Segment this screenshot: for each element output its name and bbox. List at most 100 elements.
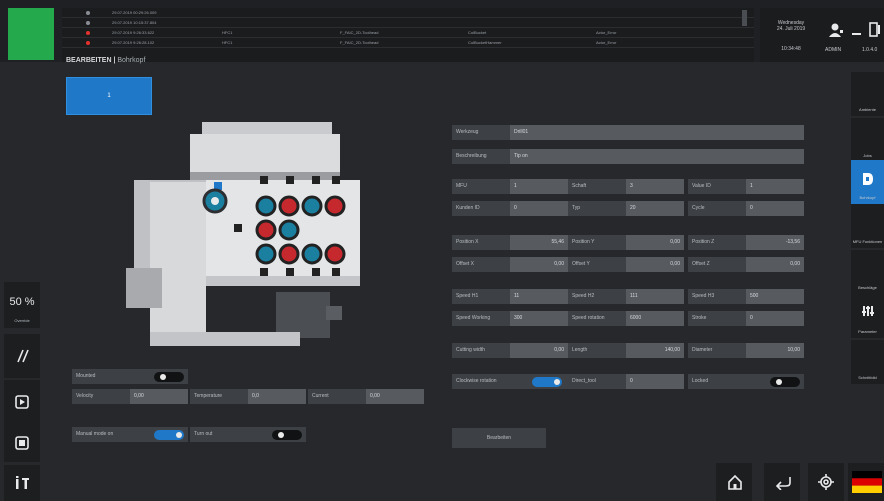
toggle-knob [160, 374, 166, 380]
cutting-width-field[interactable]: 0,00 [510, 343, 568, 358]
rail-schnittbild[interactable]: Schnittbild [851, 340, 884, 384]
io-button[interactable] [4, 465, 40, 501]
position-z-label: Position Z [688, 235, 746, 250]
rail-mfu[interactable]: MFU Funktionen [851, 204, 884, 248]
velocity-field[interactable]: 0,00 [130, 389, 188, 404]
stroke-label: Stroke [688, 311, 746, 326]
drill-head-illustration[interactable] [126, 120, 366, 360]
tab-1[interactable]: 1 [66, 77, 152, 115]
kunden-id-field[interactable]: 0 [510, 201, 568, 216]
rail-label: Ambiente [859, 107, 876, 112]
language-button[interactable] [848, 463, 884, 501]
direct-tool-field[interactable]: 0 [626, 374, 684, 389]
turn-out-toggle[interactable] [272, 430, 302, 440]
mfu-label: MFU [452, 179, 510, 194]
parameter-icon [862, 306, 874, 316]
cycle-field[interactable]: 0 [746, 201, 804, 216]
temperature-field[interactable]: 0,0 [248, 389, 306, 404]
mounted-toggle[interactable] [154, 372, 184, 382]
play-button[interactable] [4, 380, 40, 424]
rail-ambiente[interactable]: Ambiente [851, 72, 884, 116]
clockwise-toggle[interactable] [532, 377, 562, 387]
machine-status-indicator[interactable] [8, 8, 54, 60]
offset-z-field[interactable]: 0,00 [746, 257, 804, 272]
io-icon [16, 476, 29, 489]
speed-h3-label: Speed H3 [688, 289, 746, 304]
position-z-field[interactable]: -13,56 [746, 235, 804, 250]
cutting-width-label: Cutting width [452, 343, 510, 358]
alarm-type: ColBucket [468, 30, 487, 35]
date-time-panel: Wednesday 24. Juli 2019 10:34:48 [760, 8, 822, 62]
speed-rotation-field[interactable]: 6000 [626, 311, 684, 326]
current-field[interactable]: 0,00 [366, 389, 424, 404]
stop-icon [15, 436, 29, 450]
alarm-table[interactable]: 29.07.2019 00:29:26.009 29.07.2019 10:15… [62, 8, 754, 62]
edit-button[interactable]: Bearbeiten [452, 428, 546, 448]
speed-h1-field[interactable]: 11 [510, 289, 568, 304]
position-y-field[interactable]: 0,00 [626, 235, 684, 250]
alarm-scrollbar[interactable] [742, 10, 747, 26]
offset-x-field[interactable]: 0,00 [510, 257, 568, 272]
alarm-source: HFC1 [222, 30, 233, 35]
werkzeug-field[interactable]: Drill01 [510, 125, 804, 140]
velocity-label: Velocity [72, 389, 130, 404]
turn-out-label: Turn out [194, 431, 213, 437]
user-name: ADMIN [825, 47, 842, 53]
stop-button[interactable] [4, 424, 40, 462]
feed-hold-button[interactable] [4, 334, 40, 378]
minimize-icon[interactable] [852, 30, 862, 36]
home-button[interactable] [716, 463, 752, 501]
rail-beschlaege[interactable]: Beschläge [851, 250, 884, 294]
schaft-field[interactable]: 3 [626, 179, 684, 194]
rail-jobs[interactable]: Jobs [851, 118, 884, 162]
typ-field[interactable]: 20 [626, 201, 684, 216]
back-button[interactable] [764, 463, 800, 501]
table-row[interactable]: 29.07.2019 9:26:33.622 HFC1 F_FAIC_2D-To… [62, 28, 754, 38]
speed-h2-field[interactable]: 111 [626, 289, 684, 304]
table-row[interactable]: 29.07.2019 10:15:37.804 [62, 18, 754, 28]
user-icon[interactable] [828, 22, 844, 38]
stroke-field[interactable]: 0 [746, 311, 804, 326]
manual-mode-toggle[interactable] [154, 430, 184, 440]
toggle-knob [176, 432, 182, 438]
locked-toggle[interactable] [770, 377, 800, 387]
locked-label: Locked [692, 378, 709, 384]
alarm-module: F_FAIC_2D-Toolhead [340, 40, 379, 45]
home-icon [728, 474, 742, 490]
alarm-module: F_FAIC_2D-Toolhead [340, 30, 379, 35]
exit-icon[interactable] [868, 22, 882, 38]
manual-mode-label: Manual mode on [76, 431, 114, 437]
value-id-field[interactable]: 1 [746, 179, 804, 194]
table-row[interactable]: 29.07.2019 00:29:26.009 [62, 8, 754, 18]
beschreibung-field[interactable]: Tip on [510, 149, 804, 164]
position-x-field[interactable]: 55,46 [510, 235, 568, 250]
speed-rotation-label: Speed rotation [568, 311, 626, 326]
user-panel[interactable]: ADMIN 1.0.4.0 [822, 8, 884, 62]
length-field[interactable]: 140,00 [626, 343, 684, 358]
breadcrumb: BEARBEITEN | Bohrkopf [66, 57, 145, 64]
schaft-label: Schaft [568, 179, 626, 194]
mounted-label: Mounted [76, 373, 96, 379]
override-value: 50 % [9, 296, 35, 308]
alarm-source: HFC1 [222, 40, 233, 45]
toggle-knob [554, 379, 560, 385]
offset-y-field[interactable]: 0,00 [626, 257, 684, 272]
diameter-field[interactable]: 10,00 [746, 343, 804, 358]
speed-h3-field[interactable]: 500 [746, 289, 804, 304]
rail-label: Parameter [858, 329, 877, 334]
rail-bohrkopf[interactable]: Bohrkopf [851, 160, 884, 204]
rail-label: MFU Funktionen [852, 239, 883, 244]
speed-working-label: Speed Working [452, 311, 510, 326]
cycle-label: Cycle [688, 201, 746, 216]
speed-working-field[interactable]: 300 [510, 311, 568, 326]
override-panel[interactable]: 50 % Override [4, 282, 40, 328]
clockwise-label: Clockwise rotation [456, 378, 497, 384]
speed-h2-label: Speed H2 [568, 289, 626, 304]
table-row[interactable]: 29.07.2019 9:26:28.102 HFC1 F_FAIC_2D-To… [62, 38, 754, 48]
version: 1.0.4.0 [862, 47, 878, 53]
mfu-field[interactable]: 1 [510, 179, 568, 194]
rail-parameter[interactable]: Parameter [851, 294, 884, 338]
settings-button[interactable] [808, 463, 844, 501]
position-y-label: Position Y [568, 235, 626, 250]
alarm-message: Actor_Error [596, 30, 617, 35]
